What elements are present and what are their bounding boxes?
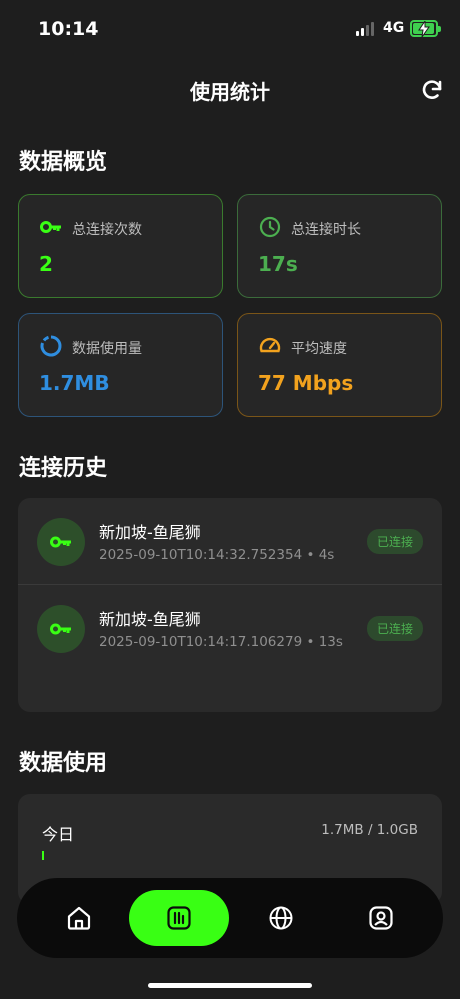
- home-icon: [67, 906, 91, 930]
- history-item-title: 新加坡-鱼尾狮: [99, 523, 201, 542]
- tab-bar: [17, 878, 443, 958]
- key-icon: [37, 605, 85, 653]
- page-title: 使用统计: [190, 80, 270, 104]
- stat-card-duration: 总连接时长 17s: [237, 194, 442, 298]
- clock-icon: [258, 215, 282, 239]
- overview-section-title: 数据概览: [19, 150, 108, 175]
- usage-progress-bar: [42, 851, 44, 860]
- profile-icon: [369, 906, 393, 930]
- stat-value: 17s: [258, 252, 298, 276]
- globe-icon: [269, 906, 293, 930]
- history-list: 新加坡-鱼尾狮 2025-09-10T10:14:32.752354 • 4s …: [18, 498, 442, 712]
- status-bar: 10:14 4G: [0, 0, 460, 58]
- home-indicator: [148, 983, 312, 988]
- history-item[interactable]: 新加坡-鱼尾狮 2025-09-10T10:14:17.106279 • 13s…: [18, 585, 442, 671]
- usage-section-title: 数据使用: [19, 751, 108, 776]
- signal-icon: [356, 22, 376, 36]
- stat-label: 总连接时长: [291, 222, 361, 238]
- network-type: 4G: [383, 20, 405, 36]
- stat-value: 1.7MB: [39, 371, 110, 395]
- tab-stats[interactable]: [129, 890, 229, 946]
- key-icon: [37, 518, 85, 566]
- stat-label: 平均速度: [291, 341, 347, 357]
- stat-card-speed: 平均速度 77 Mbps: [237, 313, 442, 417]
- history-item-title: 新加坡-鱼尾狮: [99, 610, 201, 629]
- stat-card-data-usage: 数据使用量 1.7MB: [18, 313, 223, 417]
- history-item[interactable]: 新加坡-鱼尾狮 2025-09-10T10:14:32.752354 • 4s …: [18, 498, 442, 585]
- history-item-subtitle: 2025-09-10T10:14:17.106279 • 13s: [99, 634, 343, 650]
- stat-label: 数据使用量: [72, 341, 142, 357]
- stat-label: 总连接次数: [72, 222, 142, 238]
- speedometer-icon: [258, 334, 282, 358]
- status-badge: 已连接: [367, 616, 424, 641]
- status-badge: 已连接: [367, 529, 424, 554]
- stat-card-connections: 总连接次数 2: [18, 194, 223, 298]
- stat-value: 2: [39, 252, 53, 276]
- tab-globe[interactable]: [253, 890, 309, 946]
- refresh-icon[interactable]: [420, 78, 444, 102]
- usage-today-value: 1.7MB / 1.0GB: [321, 822, 418, 838]
- history-item-subtitle: 2025-09-10T10:14:32.752354 • 4s: [99, 547, 335, 563]
- battery-icon: [410, 20, 441, 37]
- usage-today-label: 今日: [42, 825, 75, 844]
- key-icon: [39, 215, 63, 239]
- donut-chart-icon: [39, 334, 63, 358]
- status-time: 10:14: [38, 18, 99, 40]
- tab-profile[interactable]: [353, 890, 409, 946]
- stats-icon: [167, 906, 191, 930]
- tab-home[interactable]: [51, 890, 107, 946]
- stat-value: 77 Mbps: [258, 371, 354, 395]
- history-section-title: 连接历史: [19, 456, 108, 481]
